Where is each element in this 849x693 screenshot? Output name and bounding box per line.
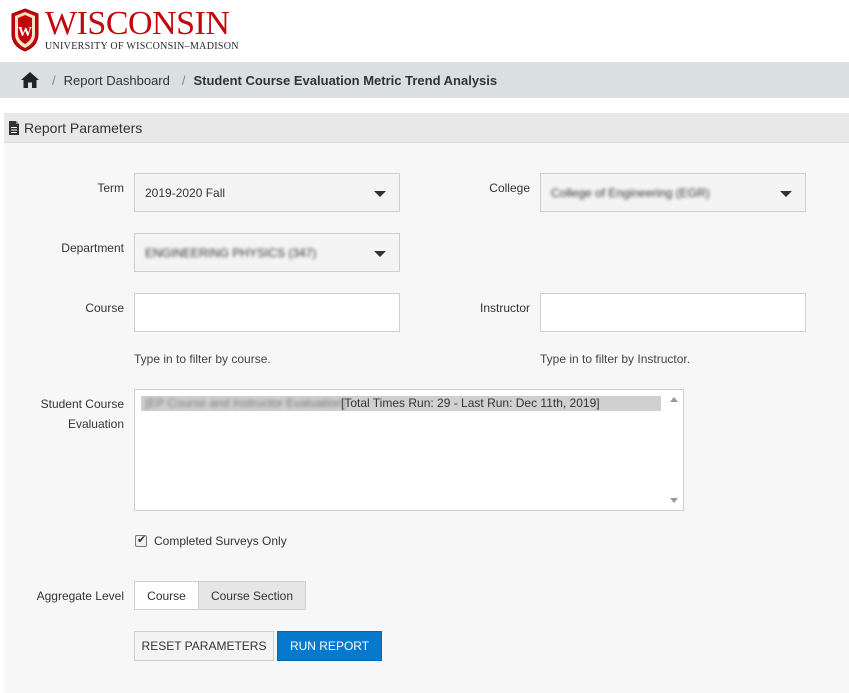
course-hint: Type in to filter by course. [134, 352, 271, 366]
college-select[interactable]: College of Engineering (EGR) [540, 173, 806, 212]
caret-down-icon [374, 251, 386, 257]
panel-title: Report Parameters [24, 119, 143, 136]
course-input[interactable] [134, 293, 400, 332]
aggregate-course-option[interactable]: Course [134, 581, 199, 610]
term-value: 2019-2020 Fall [145, 186, 226, 200]
scroll-down-arrow-icon[interactable] [670, 498, 678, 503]
caret-down-icon [374, 191, 386, 197]
instructor-hint: Type in to filter by Instructor. [540, 352, 691, 366]
term-select[interactable]: 2019-2020 Fall [134, 173, 400, 212]
course-label: Course [85, 301, 124, 315]
college-value: College of Engineering (EGR) [551, 186, 710, 200]
evaluation-listbox[interactable]: [EP Course and Instructor Evaluation][To… [134, 389, 684, 511]
panel-header: Report Parameters [4, 113, 849, 143]
evaluation-label-line2: Evaluation [67, 417, 124, 431]
department-value: ENGINEERING PHYSICS (347) [145, 246, 317, 260]
department-label: Department [61, 241, 124, 255]
breadcrumb-separator: / [181, 72, 186, 88]
evaluation-option-name: [EP Course and Instructor Evaluation] [145, 396, 346, 410]
report-parameters-panel: Report Parameters Term 2019-2020 Fall Co… [4, 113, 849, 693]
checkmark-icon: ✔ [137, 534, 147, 546]
document-icon [9, 120, 19, 135]
college-label: College [489, 181, 530, 195]
caret-down-icon [780, 191, 792, 197]
completed-surveys-checkbox[interactable]: ✔ [135, 534, 147, 547]
instructor-label: Instructor [479, 301, 530, 315]
term-label: Term [97, 181, 124, 195]
breadcrumb-current-page: Student Course Evaluation Metric Trend A… [193, 72, 498, 88]
evaluation-option-meta: [Total Times Run: 29 - Last Run: Dec 11t… [341, 396, 600, 410]
site-header: W WISCONSIN UNIVERSITY OF WISCONSIN–MADI… [0, 0, 849, 62]
instructor-input[interactable] [540, 293, 806, 332]
breadcrumb-separator: / [52, 72, 56, 88]
scroll-up-arrow-icon[interactable] [670, 397, 678, 402]
evaluation-option[interactable]: [EP Course and Instructor Evaluation][To… [141, 396, 661, 411]
brand-title: WISCONSIN [45, 5, 230, 42]
brand[interactable]: WISCONSIN UNIVERSITY OF WISCONSIN–MADISO… [45, 5, 239, 53]
breadcrumb-report-dashboard[interactable]: Report Dashboard [64, 73, 170, 88]
completed-surveys-label[interactable]: Completed Surveys Only [154, 534, 287, 548]
home-icon[interactable] [20, 71, 40, 89]
breadcrumb: / Report Dashboard / Student Course Eval… [0, 62, 849, 98]
evaluation-label-line1: Student Course [40, 397, 124, 411]
reset-parameters-button[interactable]: RESET PARAMETERS [134, 631, 274, 661]
brand-subtitle: UNIVERSITY OF WISCONSIN–MADISON [45, 41, 239, 52]
department-select[interactable]: ENGINEERING PHYSICS (347) [134, 233, 400, 272]
aggregate-level-label: Aggregate Level [36, 589, 124, 603]
aggregate-course-section-option[interactable]: Course Section [198, 581, 306, 610]
crest-letter: W [18, 25, 32, 40]
uw-crest-logo[interactable]: W [8, 8, 42, 52]
run-report-button[interactable]: RUN REPORT [277, 631, 382, 661]
